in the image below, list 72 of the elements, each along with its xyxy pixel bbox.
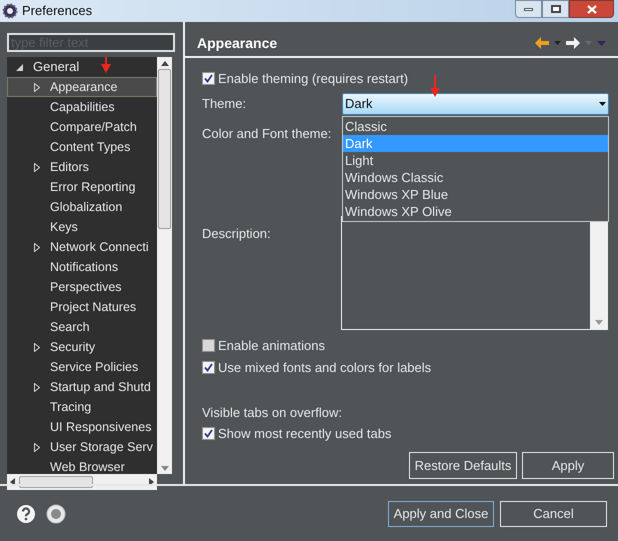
checkbox-label: Use mixed fonts and colors for labels bbox=[218, 358, 432, 377]
arrow-icon bbox=[101, 57, 111, 73]
scroll-right-icon[interactable] bbox=[149, 478, 154, 486]
theme-option[interactable]: Classic bbox=[343, 118, 608, 135]
minimize-button[interactable] bbox=[515, 0, 542, 18]
overflow-label: Visible tabs on overflow: bbox=[202, 404, 343, 420]
tree-item[interactable]: UI Responsivenes bbox=[7, 417, 157, 437]
checkbox[interactable] bbox=[202, 361, 215, 374]
tree-item[interactable]: Search bbox=[7, 317, 157, 337]
collapsed-triangle-icon[interactable] bbox=[34, 442, 40, 452]
theme-label: Theme: bbox=[202, 94, 248, 113]
tree-item[interactable]: Notifications bbox=[7, 257, 157, 277]
tree-item[interactable]: Content Types bbox=[7, 137, 157, 157]
theme-option[interactable]: Light bbox=[343, 152, 608, 169]
color-font-theme-label: Color and Font theme: bbox=[202, 125, 332, 143]
apply-and-close-button[interactable]: Apply and Close bbox=[388, 500, 494, 526]
tree-item[interactable]: Project Natures bbox=[7, 297, 157, 317]
tree-item[interactable]: Error Reporting bbox=[7, 177, 157, 197]
tree-item[interactable]: Network Connecti bbox=[7, 237, 157, 257]
tree-item[interactable]: Startup and Shutd bbox=[7, 377, 157, 397]
tree-item[interactable]: Globalization bbox=[7, 197, 157, 217]
checkmark-icon bbox=[204, 429, 213, 438]
checkmark-icon bbox=[204, 363, 213, 372]
help-icon[interactable] bbox=[16, 504, 36, 524]
tree-item[interactable]: Service Policies bbox=[7, 357, 157, 377]
checkbox-label: Show most recently used tabs bbox=[218, 424, 392, 443]
tree-item[interactable]: Editors bbox=[7, 157, 157, 177]
page-title: Appearance bbox=[197, 34, 278, 53]
gear-icon bbox=[2, 3, 18, 19]
window-title: Preferences bbox=[22, 2, 92, 20]
collapsed-triangle-icon[interactable] bbox=[34, 382, 40, 392]
checkbox[interactable] bbox=[202, 339, 215, 352]
collapsed-triangle-icon[interactable] bbox=[34, 162, 40, 172]
vertical-scrollbar[interactable] bbox=[157, 57, 172, 474]
checkbox-label: Enable animations bbox=[218, 336, 325, 355]
scroll-down-icon[interactable] bbox=[160, 466, 168, 470]
collapsed-triangle-icon[interactable] bbox=[34, 82, 40, 92]
restore-defaults-button[interactable]: Restore Defaults bbox=[409, 452, 517, 479]
record-icon[interactable] bbox=[46, 504, 66, 524]
close-button[interactable] bbox=[569, 0, 614, 18]
tree-item[interactable]: User Storage Serv bbox=[7, 437, 157, 457]
theme-dropdown[interactable]: Dark bbox=[342, 92, 609, 114]
caret-icon bbox=[599, 102, 606, 106]
scroll-left-icon[interactable] bbox=[10, 478, 15, 486]
theme-option[interactable]: Windows XP Blue bbox=[343, 186, 608, 203]
description-label: Description: bbox=[202, 225, 272, 243]
tree-item[interactable]: Keys bbox=[7, 217, 157, 237]
apply-button[interactable]: Apply bbox=[522, 452, 614, 479]
collapsed-triangle-icon[interactable] bbox=[34, 242, 40, 252]
tree-item[interactable]: Tracing bbox=[7, 397, 157, 417]
expanded-triangle-icon[interactable] bbox=[16, 64, 23, 70]
checkbox[interactable] bbox=[202, 72, 215, 85]
forward-arrow-icon[interactable] bbox=[566, 37, 580, 49]
theme-option[interactable]: Windows XP Olive bbox=[343, 203, 608, 220]
tree-item[interactable]: Web Browser bbox=[7, 457, 157, 474]
tree-item[interactable]: General bbox=[33, 57, 80, 77]
close-icon bbox=[586, 4, 596, 14]
tree-item[interactable]: Compare/Patch bbox=[7, 117, 157, 137]
cancel-button[interactable]: Cancel bbox=[500, 500, 607, 526]
back-arrow-icon[interactable] bbox=[535, 37, 549, 49]
maximize-button[interactable] bbox=[542, 0, 569, 18]
tree-item[interactable]: Capabilities bbox=[7, 97, 157, 117]
checkmark-icon bbox=[204, 74, 213, 83]
tree-item[interactable]: Appearance bbox=[7, 77, 157, 97]
tree-item[interactable]: Security bbox=[7, 337, 157, 357]
checkbox-label: Enable theming (requires restart) bbox=[218, 70, 408, 88]
collapsed-triangle-icon[interactable] bbox=[34, 342, 40, 352]
checkbox[interactable] bbox=[202, 427, 215, 440]
theme-option[interactable]: Windows Classic bbox=[343, 169, 608, 186]
arrow-icon bbox=[430, 74, 440, 96]
tree-item[interactable]: Perspectives bbox=[7, 277, 157, 297]
scroll-up-icon[interactable] bbox=[160, 60, 168, 66]
